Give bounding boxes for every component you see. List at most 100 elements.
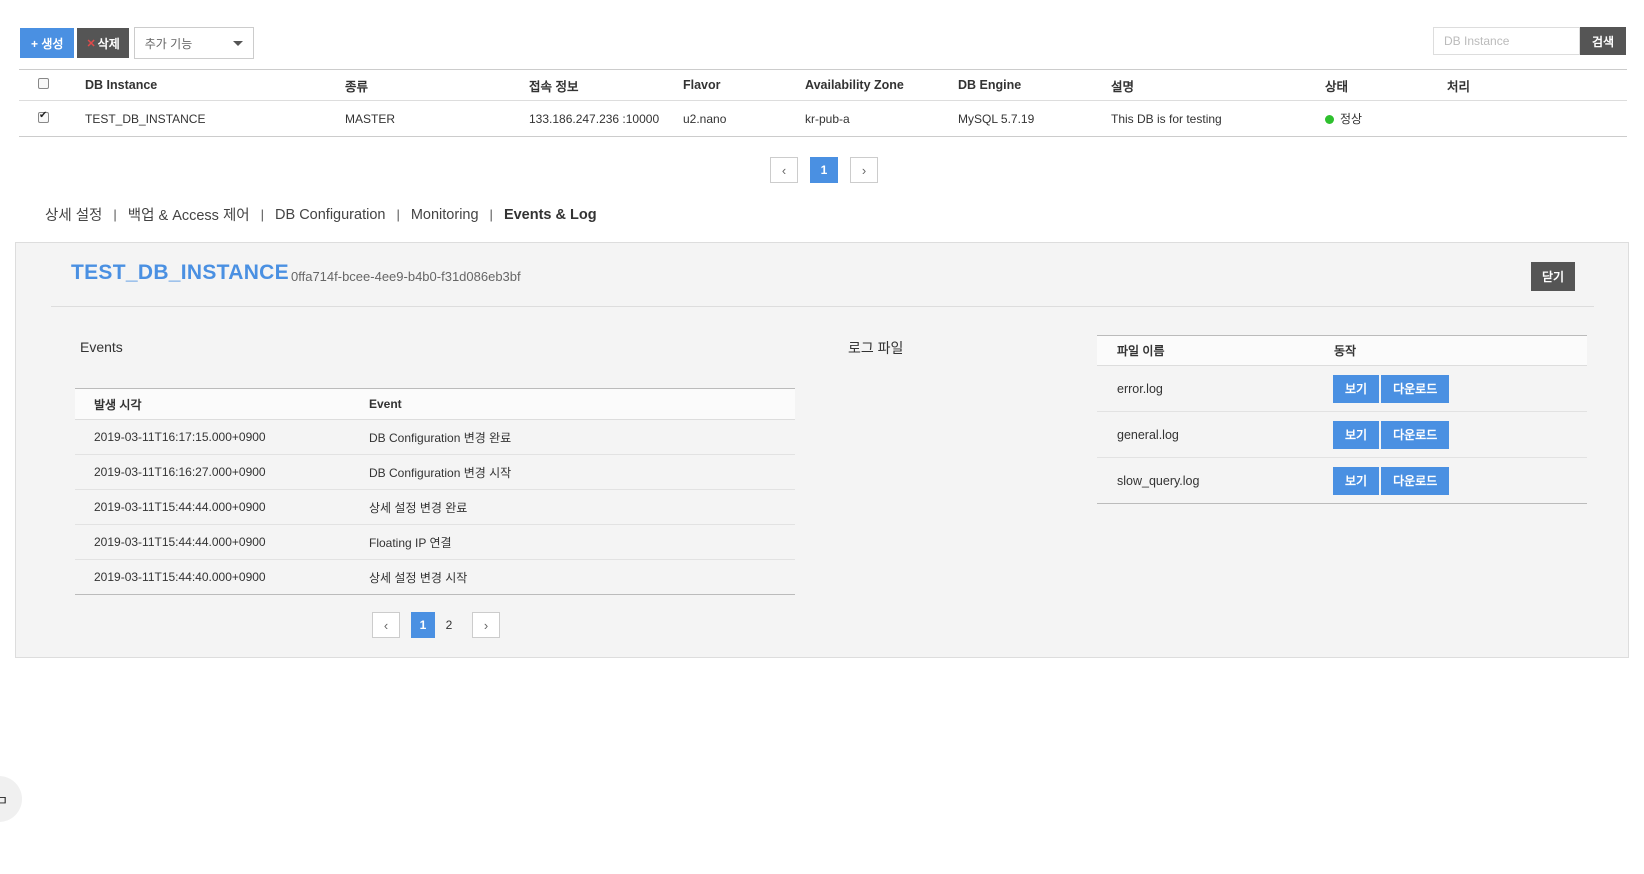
tab-db-configuration[interactable]: DB Configuration bbox=[275, 207, 385, 223]
status-dot-icon bbox=[1325, 115, 1334, 125]
header-event: Event bbox=[350, 388, 795, 420]
event-text: 상세 설정 변경 완료 bbox=[350, 489, 795, 525]
detail-panel: TEST_DB_INSTANCE 0ffa714f-bcee-4ee9-b4b0… bbox=[15, 242, 1629, 658]
events-table-header: 발생 시각 Event bbox=[75, 388, 795, 420]
header-connection[interactable]: 접속 정보 bbox=[529, 69, 683, 101]
search-bar: 검색 bbox=[1433, 27, 1626, 55]
instance-table: DB Instance 종류 접속 정보 Flavor Availability… bbox=[19, 69, 1627, 137]
view-button[interactable]: 보기 bbox=[1333, 374, 1380, 403]
log-file-name: general.log bbox=[1097, 411, 1314, 458]
table-row: general.log 보기 다운로드 bbox=[1097, 411, 1587, 458]
events-table: 발생 시각 Event 2019-03-11T16:17:15.000+0900… bbox=[75, 388, 795, 595]
cell-flavor: u2.nano bbox=[683, 100, 805, 137]
instance-table-header: DB Instance 종류 접속 정보 Flavor Availability… bbox=[19, 69, 1627, 101]
header-db-engine[interactable]: DB Engine bbox=[958, 69, 1111, 101]
log-file-name: error.log bbox=[1097, 365, 1314, 412]
instance-id: 0ffa714f-bcee-4ee9-b4b0-f31d086eb3bf bbox=[291, 269, 521, 284]
table-row: slow_query.log 보기 다운로드 bbox=[1097, 457, 1587, 504]
table-row[interactable]: TEST_DB_INSTANCE MASTER 133.186.247.236 … bbox=[19, 100, 1627, 137]
event-text: DB Configuration 변경 완료 bbox=[350, 419, 795, 455]
cell-zone: kr-pub-a bbox=[805, 100, 958, 137]
view-button[interactable]: 보기 bbox=[1333, 420, 1380, 449]
table-row: error.log 보기 다운로드 bbox=[1097, 365, 1587, 412]
next-page-button[interactable]: › bbox=[850, 157, 878, 183]
toolbar: + 생성 ✕ 삭제 추가 기능 bbox=[20, 27, 254, 59]
event-time: 2019-03-11T16:17:15.000+0900 bbox=[75, 419, 350, 455]
next-page-button[interactable]: › bbox=[472, 612, 500, 638]
event-text: 상세 설정 변경 시작 bbox=[350, 559, 795, 595]
extra-functions-dropdown[interactable]: 추가 기능 bbox=[133, 27, 254, 59]
divider bbox=[51, 306, 1594, 307]
extra-functions-value: 추가 기능 bbox=[144, 36, 193, 51]
cell-status: 정상 bbox=[1325, 100, 1447, 137]
tab-monitoring[interactable]: Monitoring bbox=[411, 207, 479, 223]
header-flavor[interactable]: Flavor bbox=[683, 69, 805, 101]
header-status[interactable]: 상태 bbox=[1325, 69, 1447, 101]
download-button[interactable]: 다운로드 bbox=[1381, 466, 1450, 495]
log-actions: 보기 다운로드 bbox=[1314, 411, 1587, 458]
floating-glyph: ㅁ bbox=[0, 792, 8, 808]
caret-down-icon bbox=[232, 40, 243, 46]
delete-button[interactable]: ✕ 삭제 bbox=[77, 28, 129, 58]
log-actions: 보기 다운로드 bbox=[1314, 457, 1587, 504]
event-time: 2019-03-11T15:44:44.000+0900 bbox=[75, 489, 350, 525]
download-button[interactable]: 다운로드 bbox=[1381, 374, 1450, 403]
cell-engine: MySQL 5.7.19 bbox=[958, 100, 1111, 137]
header-description[interactable]: 설명 bbox=[1111, 69, 1325, 101]
prev-page-button[interactable]: ‹ bbox=[372, 612, 400, 638]
download-button[interactable]: 다운로드 bbox=[1381, 420, 1450, 449]
tab-backup-access[interactable]: 백업 & Access 제어 bbox=[128, 204, 250, 225]
event-time: 2019-03-11T15:44:44.000+0900 bbox=[75, 524, 350, 560]
log-file-name: slow_query.log bbox=[1097, 457, 1314, 504]
cell-description: This DB is for testing bbox=[1111, 100, 1325, 137]
search-input[interactable] bbox=[1433, 27, 1580, 55]
header-availability-zone[interactable]: Availability Zone bbox=[805, 69, 958, 101]
page-button-1[interactable]: 1 bbox=[411, 612, 435, 638]
table-row: 2019-03-11T15:44:44.000+0900 Floating IP … bbox=[75, 524, 795, 560]
select-all-checkbox[interactable] bbox=[38, 78, 49, 89]
header-occurred-at: 발생 시각 bbox=[75, 388, 350, 420]
log-files-table: 파일 이름 동작 error.log 보기 다운로드 general.log 보기… bbox=[1097, 335, 1587, 504]
row-checkbox[interactable] bbox=[38, 110, 49, 123]
event-text: Floating IP 연결 bbox=[350, 524, 795, 560]
log-files-heading: 로그 파일 bbox=[848, 340, 904, 356]
page-button-1[interactable]: 1 bbox=[810, 157, 838, 183]
close-button[interactable]: 닫기 bbox=[1531, 262, 1575, 291]
event-text: DB Configuration 변경 시작 bbox=[350, 454, 795, 490]
table-row: 2019-03-11T16:16:27.000+0900 DB Configura… bbox=[75, 454, 795, 490]
cell-db-instance: TEST_DB_INSTANCE bbox=[85, 100, 345, 137]
tab-separator: | bbox=[489, 207, 493, 222]
tab-detail-settings[interactable]: 상세 설정 bbox=[45, 204, 102, 225]
view-button[interactable]: 보기 bbox=[1333, 466, 1380, 495]
detail-tabs: 상세 설정 | 백업 & Access 제어 | DB Configuratio… bbox=[45, 204, 597, 225]
header-action[interactable]: 처리 bbox=[1447, 69, 1627, 101]
tab-events-log[interactable]: Events & Log bbox=[504, 207, 597, 223]
header-type[interactable]: 종류 bbox=[345, 69, 529, 101]
table-row: 2019-03-11T15:44:40.000+0900 상세 설정 변경 시작 bbox=[75, 559, 795, 595]
x-icon: ✕ bbox=[86, 37, 96, 50]
page-button-2[interactable]: 2 bbox=[437, 612, 461, 638]
instance-pagination: ‹ 1 › bbox=[770, 157, 878, 183]
delete-label: 삭제 bbox=[97, 36, 120, 51]
event-time: 2019-03-11T15:44:40.000+0900 bbox=[75, 559, 350, 595]
table-row: 2019-03-11T16:17:15.000+0900 DB Configura… bbox=[75, 419, 795, 455]
tab-separator: | bbox=[260, 207, 265, 222]
panel-title: TEST_DB_INSTANCE bbox=[71, 261, 289, 284]
header-action: 동작 bbox=[1314, 335, 1587, 366]
event-time: 2019-03-11T16:16:27.000+0900 bbox=[75, 454, 350, 490]
events-pagination: ‹ 1 2 › bbox=[372, 612, 500, 638]
create-button[interactable]: + 생성 bbox=[20, 28, 75, 58]
search-button[interactable]: 검색 bbox=[1580, 27, 1626, 55]
events-heading: Events bbox=[80, 339, 123, 355]
table-row: 2019-03-11T15:44:44.000+0900 상세 설정 변경 완료 bbox=[75, 489, 795, 525]
cell-connection: 133.186.247.236 :10000 bbox=[529, 100, 683, 137]
select-all-cell bbox=[19, 69, 85, 101]
tab-separator: | bbox=[113, 207, 117, 222]
log-actions: 보기 다운로드 bbox=[1314, 365, 1587, 412]
cell-type: MASTER bbox=[345, 100, 529, 137]
floating-chat-button[interactable]: ㅁ bbox=[0, 776, 22, 822]
header-file-name: 파일 이름 bbox=[1097, 335, 1314, 366]
prev-page-button[interactable]: ‹ bbox=[770, 157, 798, 183]
cell-action bbox=[1447, 100, 1627, 137]
header-db-instance[interactable]: DB Instance bbox=[85, 69, 345, 101]
